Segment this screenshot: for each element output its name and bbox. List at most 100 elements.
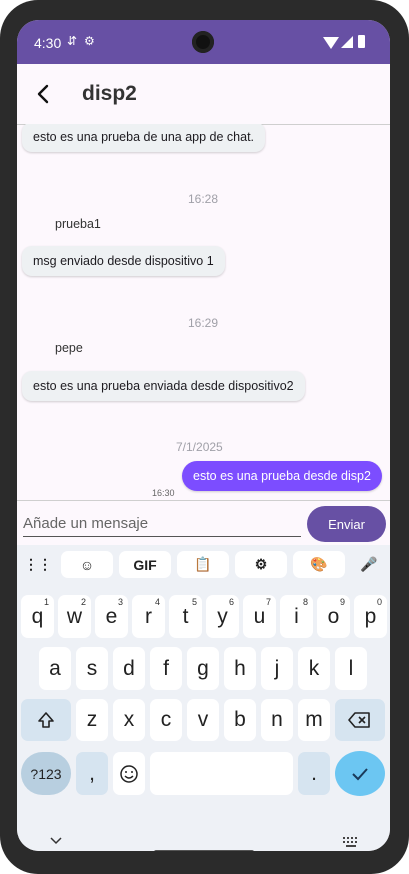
keyboard: ⋮⋮ ☺ GIF 📋 ⚙ 🎨 🎤 q1w2e3r4t5y6u7i8o9p0 as…	[17, 545, 390, 851]
key-d[interactable]: d	[113, 647, 145, 690]
phone-frame: 4:30 ⇵ ⚙ disp2 esto es una prueba de una…	[0, 0, 409, 874]
key-label: e	[105, 604, 118, 628]
screen: 4:30 ⇵ ⚙ disp2 esto es una prueba de una…	[17, 20, 390, 851]
key-label: p	[364, 604, 377, 628]
key-label: r	[145, 604, 152, 628]
key-f[interactable]: f	[150, 647, 182, 690]
key-v[interactable]: v	[187, 699, 219, 741]
message-bubble: msg enviado desde dispositivo 1	[22, 246, 225, 276]
key-y[interactable]: y6	[206, 595, 239, 638]
key-label: k	[308, 656, 320, 680]
enter-key[interactable]	[335, 751, 385, 796]
message-list[interactable]: esto es una prueba de una app de chat. 1…	[17, 124, 390, 500]
key-b[interactable]: b	[224, 699, 256, 741]
message-timestamp: 16:29	[188, 316, 219, 330]
key-label: u	[253, 604, 266, 628]
comma-key[interactable]: ,	[76, 752, 108, 795]
settings-icon[interactable]: ⚙	[235, 551, 287, 578]
key-k[interactable]: k	[298, 647, 330, 690]
palette-icon[interactable]: 🎨	[293, 551, 345, 578]
key-label: g	[197, 656, 209, 680]
message-date: 7/1/2025	[176, 440, 223, 454]
back-arrow-icon[interactable]	[31, 80, 57, 108]
my-message-time: 16:30	[152, 488, 175, 498]
symbols-key[interactable]: ?123	[21, 752, 71, 795]
key-label: t	[182, 604, 189, 628]
key-hint: 0	[376, 597, 382, 607]
chat-title: disp2	[82, 82, 137, 105]
key-o[interactable]: o9	[317, 595, 350, 638]
chevron-down-icon[interactable]	[50, 837, 62, 845]
key-hint: 2	[80, 597, 86, 607]
key-r[interactable]: r4	[132, 595, 165, 638]
key-e[interactable]: e3	[95, 595, 128, 638]
settings-icon: ⚙	[84, 34, 95, 48]
home-handle[interactable]	[154, 850, 254, 851]
key-q[interactable]: q1	[21, 595, 54, 638]
apps-icon[interactable]: ⋮⋮	[20, 551, 56, 578]
key-a[interactable]: a	[39, 647, 71, 690]
key-hint: 6	[228, 597, 234, 607]
compose-bar: Enviar	[17, 500, 390, 546]
shift-icon	[38, 712, 54, 728]
key-label: y	[217, 604, 228, 628]
key-hint: 9	[339, 597, 345, 607]
backspace-key[interactable]	[335, 699, 385, 741]
key-g[interactable]: g	[187, 647, 219, 690]
key-n[interactable]: n	[261, 699, 293, 741]
send-button[interactable]: Enviar	[307, 506, 386, 542]
key-s[interactable]: s	[76, 647, 108, 690]
key-label: n	[271, 708, 283, 731]
clipboard-icon[interactable]: 📋	[177, 551, 229, 578]
key-label: b	[234, 708, 246, 731]
key-label: c	[160, 708, 172, 731]
emoji-icon	[120, 764, 138, 783]
key-label: a	[49, 656, 61, 680]
period-key[interactable]: .	[298, 752, 330, 795]
status-time: 4:30	[34, 35, 62, 51]
key-label: z	[86, 708, 98, 731]
key-u[interactable]: u7	[243, 595, 276, 638]
message-bubble: esto es una prueba de una app de chat.	[22, 124, 266, 152]
sender-name: pepe	[55, 341, 83, 355]
key-label: s	[86, 656, 98, 680]
key-label: x	[123, 708, 135, 731]
key-hint: 8	[302, 597, 308, 607]
key-label: l	[348, 656, 354, 680]
key-z[interactable]: z	[76, 699, 108, 741]
data-saver-icon: ⇵	[67, 34, 78, 48]
space-key[interactable]	[150, 752, 293, 795]
key-x[interactable]: x	[113, 699, 145, 741]
key-label: v	[197, 708, 209, 731]
backspace-icon	[348, 712, 370, 728]
key-l[interactable]: l	[335, 647, 367, 690]
key-label: f	[163, 656, 169, 680]
key-p[interactable]: p0	[354, 595, 387, 638]
key-hint: 3	[117, 597, 123, 607]
key-label: w	[66, 604, 83, 628]
key-j[interactable]: j	[261, 647, 293, 690]
key-t[interactable]: t5	[169, 595, 202, 638]
key-m[interactable]: m	[298, 699, 330, 741]
key-label: m	[305, 708, 323, 731]
shift-key[interactable]	[21, 699, 71, 741]
key-label: j	[274, 656, 280, 680]
my-message-bubble: esto es una prueba desde disp2	[182, 461, 382, 491]
key-c[interactable]: c	[150, 699, 182, 741]
key-h[interactable]: h	[224, 647, 256, 690]
keyboard-switch-icon[interactable]	[343, 837, 359, 847]
message-input[interactable]	[23, 510, 301, 537]
sticker-icon[interactable]: ☺	[61, 551, 113, 578]
wifi-icon	[323, 37, 339, 49]
message-bubble: esto es una prueba enviada desde disposi…	[22, 371, 305, 401]
emoji-key[interactable]	[113, 752, 145, 795]
message-timestamp: 16:28	[188, 192, 219, 206]
mic-icon[interactable]: 🎤	[351, 551, 387, 578]
key-i[interactable]: i8	[280, 595, 313, 638]
key-label: i	[294, 604, 299, 628]
battery-icon	[358, 35, 365, 48]
key-w[interactable]: w2	[58, 595, 91, 638]
key-label: q	[31, 604, 44, 628]
key-label: h	[234, 656, 246, 680]
gif-button[interactable]: GIF	[119, 551, 171, 578]
